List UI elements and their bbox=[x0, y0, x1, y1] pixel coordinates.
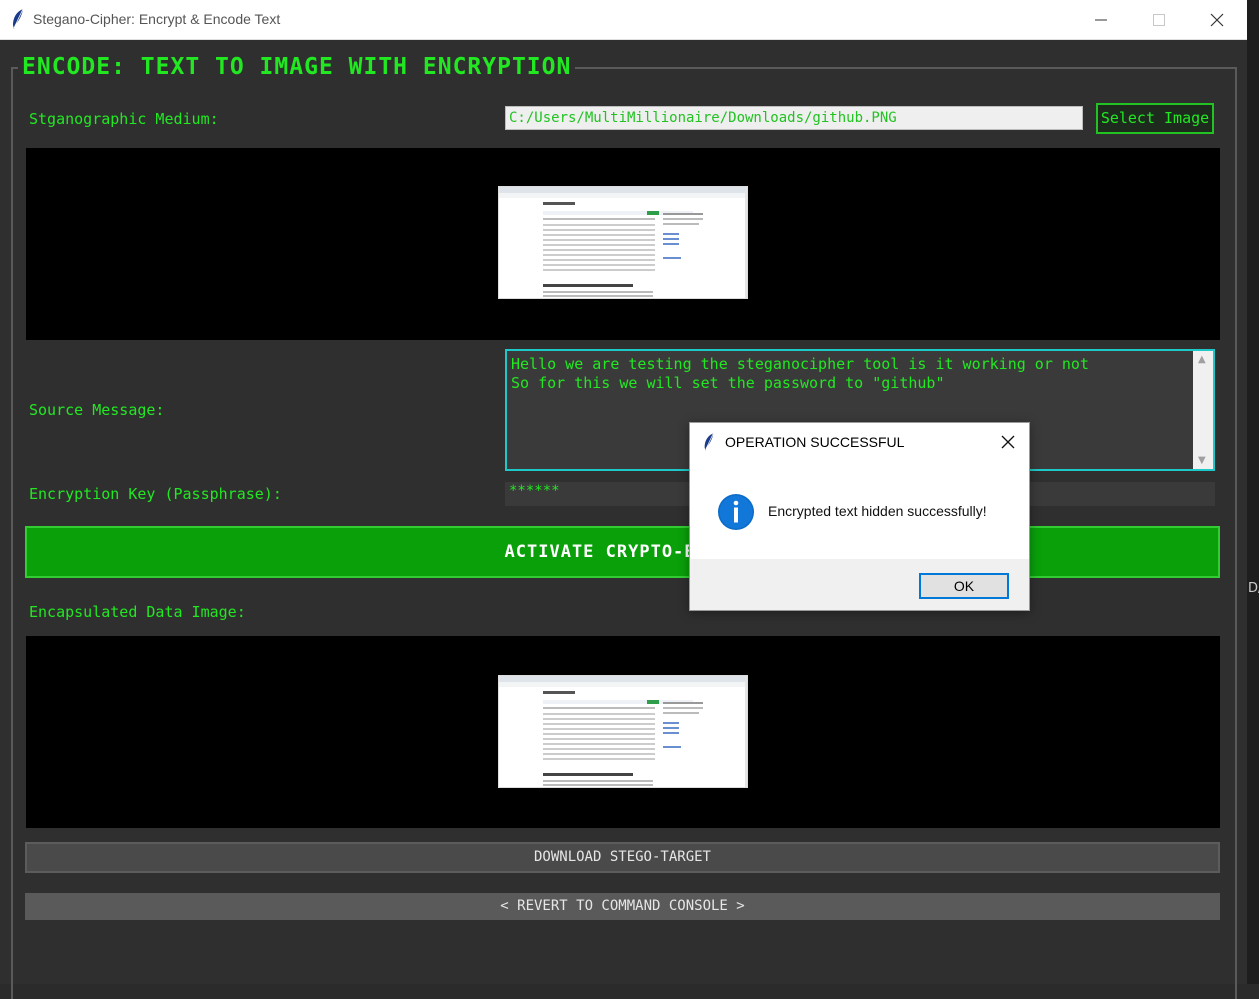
app-body: ENCODE: TEXT TO IMAGE WITH ENCRYPTION St… bbox=[0, 40, 1247, 999]
ok-button[interactable]: OK bbox=[919, 573, 1009, 599]
source-message-text[interactable]: Hello we are testing the steganocipher t… bbox=[511, 355, 1089, 393]
image-path-field[interactable]: C:/Users/MultiMillionaire/Downloads/gith… bbox=[505, 106, 1083, 130]
encryption-key-label: Encryption Key (Passphrase): bbox=[29, 485, 282, 503]
activate-crypto-embed-button[interactable]: ACTIVATE CRYPTO-EMBED bbox=[25, 526, 1220, 578]
scroll-up-icon[interactable]: ▲ bbox=[1198, 354, 1206, 365]
source-image-preview bbox=[26, 148, 1220, 340]
dialog-title: OPERATION SUCCESSFUL bbox=[725, 434, 905, 450]
scroll-down-icon[interactable]: ▼ bbox=[1198, 455, 1206, 466]
medium-label: Stganographic Medium: bbox=[29, 110, 219, 128]
source-image-thumbnail bbox=[498, 186, 748, 299]
feather-icon bbox=[704, 433, 714, 451]
revert-console-button[interactable]: < REVERT TO COMMAND CONSOLE > bbox=[25, 893, 1220, 920]
maximize-button[interactable] bbox=[1130, 0, 1188, 39]
screenshot-thumbnail-graphic bbox=[499, 187, 747, 298]
download-stego-button[interactable]: DOWNLOAD STEGO-TARGET bbox=[25, 842, 1220, 873]
source-message-label: Source Message: bbox=[29, 401, 165, 419]
success-dialog: OPERATION SUCCESSFUL Encrypted text hidd… bbox=[689, 422, 1030, 611]
info-icon bbox=[718, 494, 754, 530]
encoded-image-thumbnail bbox=[498, 675, 748, 788]
section-title: ENCODE: TEXT TO IMAGE WITH ENCRYPTION bbox=[18, 54, 576, 80]
background-window-strip: D/ bbox=[1247, 0, 1259, 984]
window-title: Stegano-Cipher: Encrypt & Encode Text bbox=[33, 11, 281, 27]
maximize-icon bbox=[1153, 14, 1165, 26]
window-titlebar: Stegano-Cipher: Encrypt & Encode Text bbox=[0, 0, 1247, 40]
close-button[interactable] bbox=[1188, 0, 1246, 39]
message-scrollbar[interactable]: ▲ ▼ bbox=[1193, 351, 1213, 469]
select-image-button[interactable]: Select Image bbox=[1096, 103, 1214, 134]
screenshot-thumbnail-graphic bbox=[499, 676, 747, 787]
feather-icon bbox=[13, 8, 24, 29]
dialog-close-icon[interactable] bbox=[1001, 435, 1015, 449]
dialog-message: Encrypted text hidden successfully! bbox=[768, 503, 987, 519]
background-text-fragment: D/ bbox=[1248, 581, 1259, 596]
minimize-button[interactable] bbox=[1072, 0, 1130, 39]
dialog-footer: OK bbox=[690, 559, 1029, 610]
minimize-icon bbox=[1095, 19, 1107, 21]
encoded-image-preview bbox=[26, 636, 1220, 828]
close-icon bbox=[1210, 13, 1224, 27]
encapsulated-image-label: Encapsulated Data Image: bbox=[29, 603, 246, 621]
